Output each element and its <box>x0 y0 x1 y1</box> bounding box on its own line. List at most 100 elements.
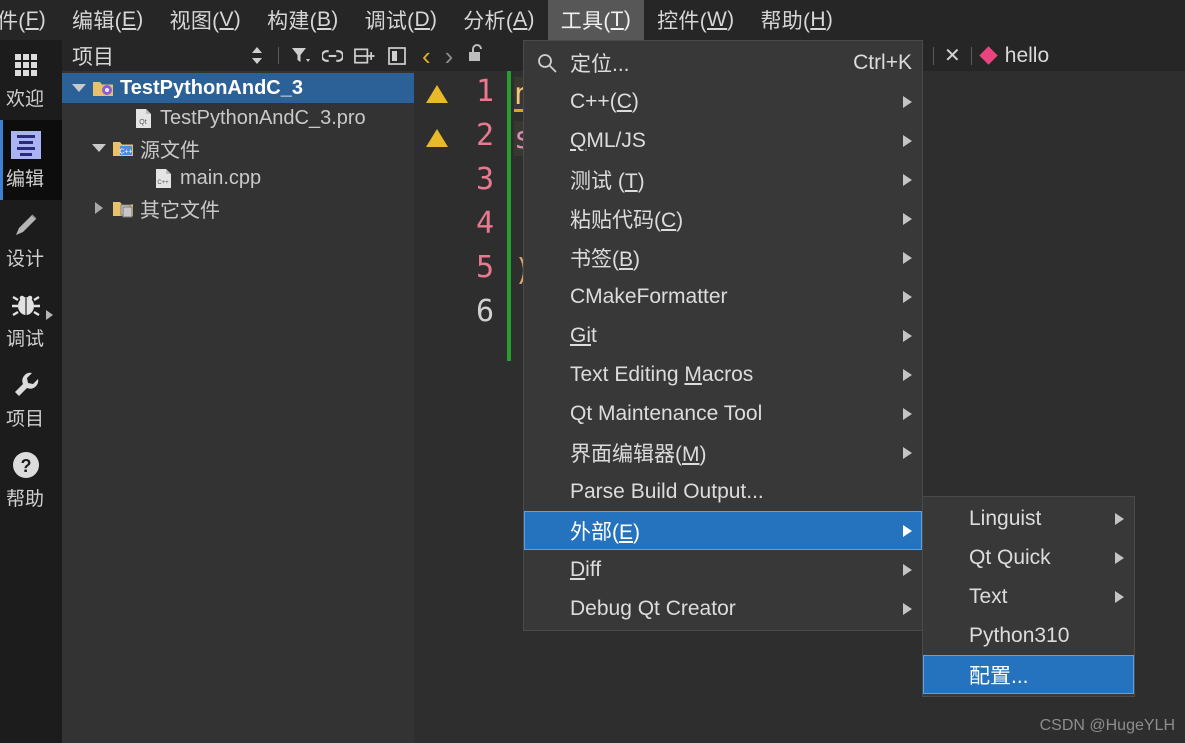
menu-item-label: 书签(B) <box>570 247 641 271</box>
menu-item-label: Text <box>969 584 1008 608</box>
menu-item-label: Linguist <box>969 506 1042 530</box>
mode-item-label: 调试 <box>5 329 44 350</box>
mode-item-pencil[interactable]: 设计 <box>0 200 62 280</box>
tab-hello[interactable]: hello <box>1005 44 1049 68</box>
funnel-icon[interactable] <box>290 45 311 66</box>
editor-gutter: 1 2 3 4 5 6 <box>414 71 510 743</box>
tree-item-2[interactable]: Qt TestPythonAndC_3.pro <box>62 103 414 133</box>
line-number: 2 <box>475 118 494 153</box>
tools-menu-item-1[interactable]: 定位... Ctrl+K <box>524 43 922 82</box>
menubar-item-2[interactable]: 编辑(E) <box>59 0 157 40</box>
menu-item-label: CMakeFormatter <box>570 284 728 308</box>
tab-marker-icon <box>979 46 998 65</box>
chevron-right-icon[interactable] <box>46 310 53 320</box>
tree-item-4[interactable]: C++ main.cpp <box>62 163 414 193</box>
external-submenu-item-3[interactable]: Text <box>923 577 1134 616</box>
collapse-twisty-icon[interactable] <box>88 144 110 152</box>
menubar-item-5[interactable]: 调试(D) <box>352 0 451 40</box>
tools-menu-item-8[interactable]: Git <box>524 316 922 355</box>
line-number: 1 <box>475 74 494 109</box>
tools-menu-item-5[interactable]: 粘贴代码(C) <box>524 199 922 238</box>
mode-item-label: 帮助 <box>5 489 44 510</box>
navigate-forward-icon[interactable]: › <box>445 43 454 69</box>
menu-item-label: Diff <box>570 557 602 581</box>
menubar-item-3[interactable]: 视图(V) <box>157 0 255 40</box>
menu-item-label: 测试 (T) <box>570 169 645 193</box>
mode-item-grid[interactable]: 欢迎 <box>0 40 62 120</box>
submenu-arrow-icon <box>903 290 912 303</box>
project-panel: 项目 TestPythonAndC_3 Qt TestPythonAndC_3.… <box>62 40 414 743</box>
svg-text:C++: C++ <box>157 180 169 186</box>
collapse-twisty-icon[interactable] <box>68 84 90 92</box>
navigate-back-icon[interactable]: ‹ <box>422 43 431 69</box>
tools-menu-item-14[interactable]: Diff <box>524 550 922 589</box>
menu-item-label: 定位... <box>570 52 630 76</box>
mode-item-question-circle[interactable]: ? 帮助 <box>0 440 62 520</box>
menu-item-label: Python310 <box>969 623 1070 647</box>
unlocked-padlock-icon[interactable] <box>467 43 486 68</box>
external-submenu-item-1[interactable]: Linguist <box>923 499 1134 538</box>
project-folder-icon <box>90 79 116 98</box>
menubar-item-1[interactable]: 件(F) <box>0 0 59 40</box>
submenu-arrow-icon <box>903 329 912 342</box>
bug-icon <box>9 289 43 321</box>
grid-icon <box>9 49 43 81</box>
tree-item-5[interactable]: 其它文件 <box>62 193 414 223</box>
external-submenu: Linguist Qt Quick Text Python310 配置... <box>922 496 1135 697</box>
mode-item-label: 项目 <box>5 409 44 430</box>
line-number: 5 <box>475 250 494 285</box>
menubar-item-9[interactable]: 帮助(H) <box>747 0 846 40</box>
tree-item-label: 源文件 <box>140 139 200 162</box>
project-tree: TestPythonAndC_3 Qt TestPythonAndC_3.pro C+… <box>62 71 414 223</box>
pro-file-icon: Qt <box>130 108 156 129</box>
tree-item-3[interactable]: C++ 源文件 <box>62 133 414 163</box>
menu-item-label: C++(C) <box>570 89 639 113</box>
menubar-item-7[interactable]: 工具(T) <box>547 0 645 40</box>
mode-item-bug[interactable]: 调试 <box>0 280 62 360</box>
split-add-icon[interactable] <box>354 45 375 66</box>
chain-link-icon[interactable] <box>322 45 343 66</box>
tools-menu-item-11[interactable]: 界面编辑器(M) <box>524 433 922 472</box>
tools-menu-item-2[interactable]: C++(C) <box>524 82 922 121</box>
mode-item-label: 设计 <box>5 249 44 270</box>
tools-menu-item-6[interactable]: 书签(B) <box>524 238 922 277</box>
menu-item-label: Debug Qt Creator <box>570 596 736 620</box>
menu-item-label: Text Editing Macros <box>570 362 754 386</box>
mode-item-wrench[interactable]: 项目 <box>0 360 62 440</box>
close-tab-icon[interactable]: ✕ <box>944 43 961 68</box>
expand-twisty-icon[interactable] <box>88 202 110 214</box>
tools-menu-item-10[interactable]: Qt Maintenance Tool <box>524 394 922 433</box>
toolbar-divider <box>278 47 279 64</box>
project-panel-title: 项目 <box>72 45 114 69</box>
submenu-arrow-icon <box>903 524 912 537</box>
menu-item-label: 外部(E) <box>570 520 641 544</box>
tools-menu-item-4[interactable]: 测试 (T) <box>524 160 922 199</box>
menubar-item-4[interactable]: 构建(B) <box>254 0 352 40</box>
menu-bar: 件(F) 编辑(E) 视图(V) 构建(B) 调试(D) 分析(A) 工具(T) 控件(W) 帮… <box>0 0 1185 40</box>
tools-menu-item-12[interactable]: Parse Build Output... <box>524 472 922 511</box>
change-indicator-bar <box>507 71 511 361</box>
tree-item-1[interactable]: TestPythonAndC_3 <box>62 73 414 103</box>
mode-item-document-lines[interactable]: 编辑 <box>0 120 62 200</box>
menubar-item-6[interactable]: 分析(A) <box>450 0 548 40</box>
menu-item-label: 配置... <box>969 664 1029 688</box>
tools-menu-item-7[interactable]: CMakeFormatter <box>524 277 922 316</box>
line-number: 3 <box>475 162 494 197</box>
tools-menu-item-3[interactable]: QML/JS <box>524 121 922 160</box>
menubar-item-8[interactable]: 控件(W) <box>644 0 747 40</box>
up-down-arrows-icon[interactable] <box>246 45 267 66</box>
menu-item-icon-slot <box>524 52 570 74</box>
external-submenu-item-4[interactable]: Python310 <box>923 616 1134 655</box>
sidebar-collapse-icon[interactable] <box>386 45 407 66</box>
external-submenu-item-2[interactable]: Qt Quick <box>923 538 1134 577</box>
svg-text:C++: C++ <box>119 148 132 155</box>
tools-menu-item-15[interactable]: Debug Qt Creator <box>524 589 922 628</box>
menu-item-label: 粘贴代码(C) <box>570 208 684 232</box>
external-submenu-item-5[interactable]: 配置... <box>923 655 1134 694</box>
submenu-arrow-icon <box>1115 512 1124 525</box>
tools-menu-item-9[interactable]: Text Editing Macros <box>524 355 922 394</box>
tab-divider-left <box>933 46 934 65</box>
mode-item-label: 编辑 <box>5 169 44 190</box>
tools-menu-item-13[interactable]: 外部(E) <box>524 511 922 550</box>
project-panel-toolbar <box>246 45 407 66</box>
